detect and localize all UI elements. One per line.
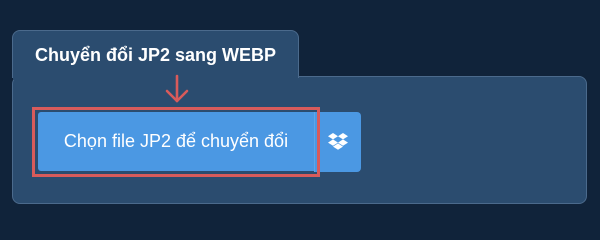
dropbox-button[interactable] (314, 112, 361, 172)
dropbox-icon (315, 132, 361, 152)
tab-panel-join (13, 74, 298, 80)
down-arrow-icon (164, 74, 190, 106)
highlight-frame (32, 107, 320, 177)
tab-title: Chuyển đổi JP2 sang WEBP (35, 45, 277, 65)
converter-tab: Chuyển đổi JP2 sang WEBP (12, 30, 299, 78)
